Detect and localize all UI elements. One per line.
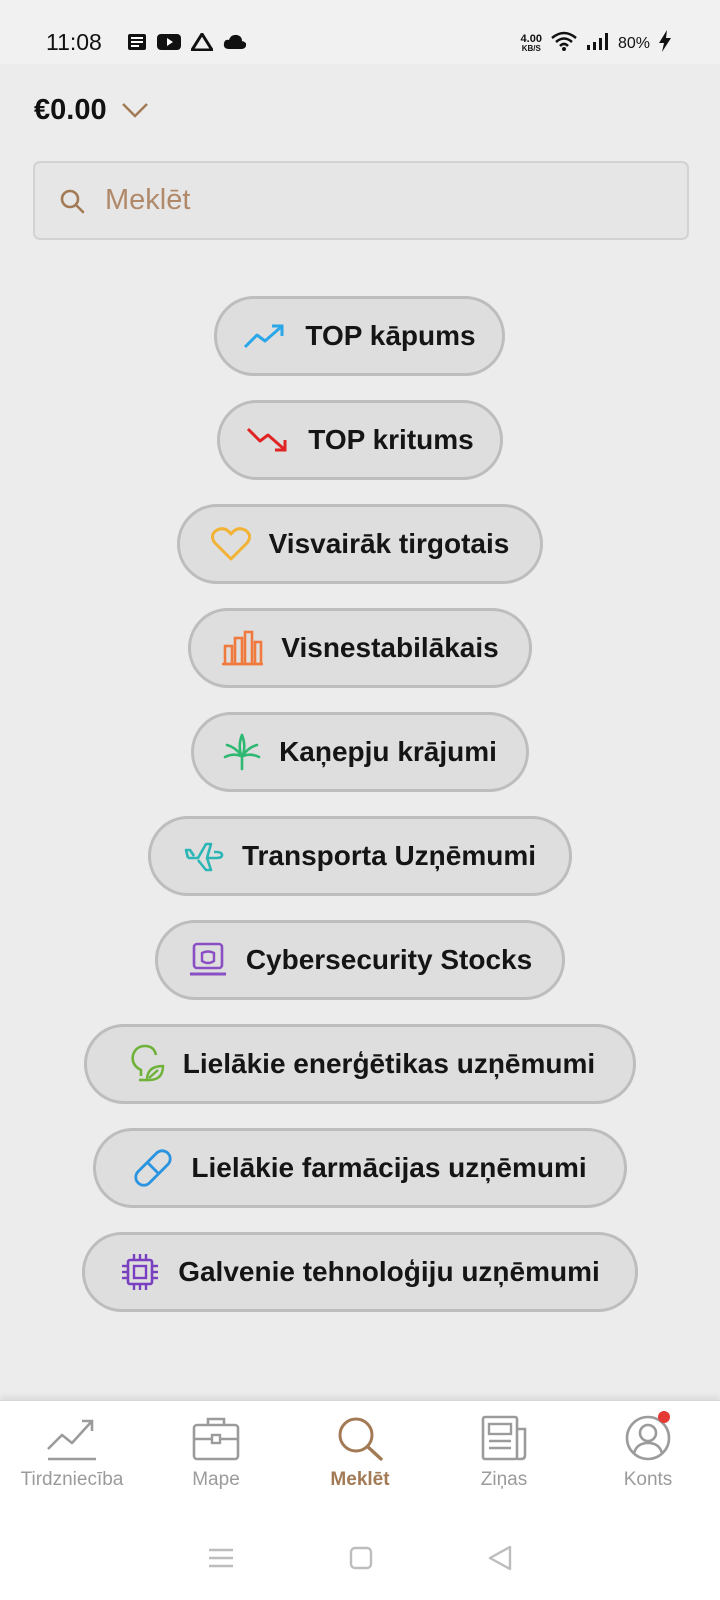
category-label: TOP kritums (308, 424, 474, 455)
back-icon[interactable] (488, 1545, 512, 1576)
drive-icon (189, 31, 215, 56)
net-speed: 4.00 KB/S (520, 32, 542, 54)
nav-item-portfolio[interactable]: Mape (144, 1401, 288, 1520)
trending-up-icon (243, 321, 287, 351)
category-most-traded[interactable]: Visvairāk tirgotais (177, 504, 543, 584)
nav-item-trading[interactable]: Tirdzniecība (0, 1401, 144, 1520)
nav-label: Tirdzniecība (20, 1469, 124, 1490)
trending-down-icon (246, 425, 290, 455)
nav-label: Ziņas (480, 1469, 528, 1490)
category-top-losers[interactable]: TOP kritums (217, 400, 503, 480)
youtube-icon (157, 33, 181, 56)
nav-item-search[interactable]: Meklēt (288, 1401, 432, 1520)
category-label: Visvairāk tirgotais (268, 528, 510, 559)
menu-icon[interactable] (208, 1547, 234, 1574)
wifi-icon (550, 31, 578, 56)
category-energy-companies[interactable]: Lielākie enerģētikas uzņēmumi (84, 1024, 636, 1104)
nav-label: Mape (192, 1469, 240, 1490)
bar-chart-icon (221, 630, 264, 666)
category-label: TOP kāpums (305, 320, 476, 351)
system-nav-bar (0, 1520, 720, 1600)
category-cannabis-stocks[interactable]: Kaņepju krājumi (191, 712, 529, 792)
category-label: Lielākie enerģētikas uzņēmumi (182, 1048, 596, 1079)
eco-bulb-icon (125, 1044, 165, 1084)
nav-label: Meklēt (330, 1469, 390, 1490)
chevron-down-icon (121, 94, 149, 127)
category-label: Kaņepju krājumi (279, 736, 497, 767)
search-icon (338, 1417, 383, 1461)
category-tech-companies[interactable]: Galvenie tehnoloģiju uzņēmumi (82, 1232, 638, 1312)
search-icon (60, 189, 85, 213)
battery-percent: 80% (617, 34, 650, 52)
cpu-chip-icon (120, 1252, 160, 1292)
category-label: Galvenie tehnoloģiju uzņēmumi (178, 1256, 600, 1287)
laptop-lock-icon (188, 941, 228, 979)
net-speed-unit: KB/S (521, 43, 541, 53)
bottom-nav: Tirdzniecība Mape Meklēt Ziņas Konts (0, 1400, 720, 1520)
nav-item-news[interactable]: Ziņas (432, 1401, 576, 1520)
category-label: Cybersecurity Stocks (245, 944, 533, 975)
category-label: Visnestabilākais (281, 632, 499, 663)
category-pharma-companies[interactable]: Lielākie farmācijas uzņēmumi (93, 1128, 627, 1208)
balance-selector[interactable]: €0.00 (34, 94, 149, 127)
category-label: Lielākie farmācijas uzņēmumi (191, 1152, 587, 1183)
status-time: 11:08 (46, 29, 102, 55)
search-bar[interactable] (33, 161, 689, 240)
category-label: Transporta Uzņēmumi (241, 840, 537, 871)
briefcase-icon (192, 1417, 240, 1461)
search-input[interactable] (105, 184, 665, 217)
net-speed-value: 4.00 (520, 32, 542, 45)
balance-amount: €0.00 (34, 94, 107, 126)
category-top-gainers[interactable]: TOP kāpums (214, 296, 505, 376)
category-most-volatile[interactable]: Visnestabilākais (188, 608, 532, 688)
pill-icon (133, 1148, 173, 1188)
airplane-icon (184, 838, 224, 874)
notification-dot (658, 1411, 670, 1423)
cannabis-leaf-icon (223, 733, 261, 771)
newspaper-icon (481, 1415, 527, 1461)
nav-item-account[interactable]: Konts (576, 1401, 720, 1520)
notification-icons (127, 31, 247, 56)
charging-icon (658, 30, 672, 57)
chart-line-icon (47, 1419, 96, 1461)
category-cybersecurity-stocks[interactable]: Cybersecurity Stocks (155, 920, 565, 1000)
home-icon[interactable] (349, 1546, 373, 1575)
heart-icon (210, 526, 251, 562)
status-bar: 11:08 4.00 KB/S 80% (0, 0, 720, 64)
signal-icon (586, 31, 610, 56)
nav-label: Konts (623, 1469, 673, 1490)
news-notification-icon (127, 33, 147, 56)
category-transport-companies[interactable]: Transporta Uzņēmumi (148, 816, 572, 896)
status-right: 4.00 KB/S 80% (521, 30, 672, 57)
cloud-icon (223, 33, 247, 56)
